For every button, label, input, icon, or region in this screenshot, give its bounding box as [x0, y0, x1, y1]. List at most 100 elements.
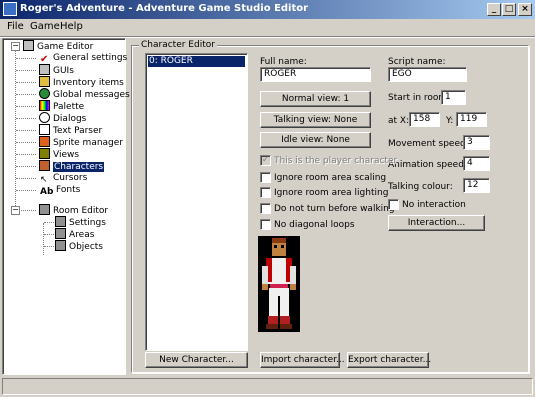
editor-window: Roger's Adventure - Adventure Game Studi… — [0, 0, 535, 397]
character-list-item[interactable]: 0: ROGER — [148, 56, 245, 67]
tree-label: Sprite manager — [53, 138, 124, 148]
menu-bar: File Game Help — [0, 19, 535, 36]
tree-label: Inventory items — [53, 78, 124, 88]
tree-item-guis[interactable]: GUIs — [39, 64, 74, 76]
character-list[interactable]: 0: ROGER — [145, 53, 248, 351]
views-icon — [39, 148, 50, 159]
tree-item-global-messages[interactable]: Global messages — [39, 88, 130, 100]
tree-item-text-parser[interactable]: Text Parser — [39, 124, 102, 136]
tree-line — [16, 130, 36, 131]
tree-line — [44, 246, 54, 247]
tree-label: Text Parser — [53, 126, 103, 136]
maximize-button[interactable]: □ — [502, 3, 516, 16]
script-name-field[interactable]: EGO — [388, 67, 467, 82]
tree-line — [44, 222, 54, 223]
palette-icon — [39, 100, 50, 111]
animation-speed-label: Animation speed: — [388, 160, 467, 170]
start-room-field[interactable]: 1 — [441, 90, 466, 105]
script-name-label: Script name: — [388, 57, 446, 67]
idle-view-button[interactable]: Idle view: None — [260, 132, 371, 148]
game-editor-icon — [23, 40, 34, 51]
import-character-button[interactable]: Import character... — [260, 352, 345, 368]
tree-line — [16, 58, 36, 59]
tree-collapse-room-editor[interactable]: − — [11, 206, 20, 215]
full-name-field[interactable]: ROGER — [260, 67, 371, 82]
menu-help[interactable]: Help — [60, 21, 83, 32]
sprite-icon — [39, 136, 50, 147]
tree-line — [43, 223, 44, 255]
menu-file[interactable]: File — [7, 21, 24, 32]
roger-sprite-icon — [258, 236, 300, 332]
tree-item-game-editor[interactable]: Game Editor — [23, 40, 93, 52]
ignore-lighting-checkbox[interactable] — [260, 187, 271, 198]
room-areas-icon — [55, 228, 66, 239]
start-room-label: Start in room — [388, 93, 448, 103]
tree-item-inventory-items[interactable]: Inventory items — [39, 76, 124, 88]
cursor-icon: ↖ — [39, 173, 50, 185]
tree-item-fonts[interactable]: Ab Fonts — [39, 184, 81, 198]
talking-view-button[interactable]: Talking view: None — [260, 112, 371, 128]
tree-line — [44, 234, 54, 235]
tree-label: Fonts — [56, 185, 81, 195]
menu-game[interactable]: Game — [30, 21, 60, 32]
fonts-icon: Ab — [39, 187, 54, 198]
tree-collapse-game-editor[interactable]: − — [11, 42, 20, 51]
tree-item-cursors[interactable]: ↖ Cursors — [39, 172, 88, 185]
export-character-button[interactable]: Export character... — [347, 352, 431, 368]
tree-label: Palette — [53, 102, 85, 112]
tree-item-palette[interactable]: Palette — [39, 100, 84, 112]
no-turn-checkbox[interactable] — [260, 203, 271, 214]
room-objects-icon — [55, 240, 66, 251]
tree-label: Settings — [69, 218, 106, 228]
player-character-label: This is the player character — [274, 156, 398, 166]
no-interaction-checkbox[interactable] — [388, 199, 399, 210]
tree-item-general-settings[interactable]: ✔ General settings — [39, 52, 127, 65]
tree-item-room-settings[interactable]: Settings — [55, 216, 106, 228]
room-settings-icon — [55, 216, 66, 227]
tree-line — [16, 106, 36, 107]
tree-line — [16, 142, 36, 143]
movement-speed-label: Movement speed: — [388, 139, 469, 149]
at-x-field[interactable]: 158 — [409, 112, 440, 127]
talking-colour-field[interactable]: 12 — [463, 178, 490, 193]
tree-item-room-objects[interactable]: Objects — [55, 240, 103, 252]
tree-label: GUIs — [53, 66, 74, 76]
tree-item-room-editor[interactable]: Room Editor — [39, 204, 108, 216]
tree-line — [16, 190, 36, 191]
tree-item-views[interactable]: Views — [39, 148, 79, 160]
title-bar[interactable]: Roger's Adventure - Adventure Game Studi… — [0, 0, 535, 19]
normal-view-button[interactable]: Normal view: 1 — [260, 91, 371, 107]
no-interaction-label: No interaction — [402, 200, 466, 210]
globe-icon — [39, 88, 50, 99]
ignore-scaling-checkbox[interactable] — [260, 172, 271, 183]
project-tree[interactable]: − Game Editor ✔ General settings GUIs Inv… — [2, 38, 130, 375]
no-diagonal-label: No diagonal loops — [274, 220, 355, 230]
text-parser-icon — [39, 124, 50, 135]
tree-label: Game Editor — [37, 42, 94, 52]
tree-label: Cursors — [53, 173, 88, 183]
at-y-field[interactable]: 119 — [456, 112, 487, 127]
player-character-checkbox[interactable]: ✓ — [260, 155, 271, 166]
key-icon — [39, 76, 50, 87]
movement-speed-field[interactable]: 3 — [463, 135, 490, 150]
new-character-button[interactable]: New Character... — [145, 352, 248, 368]
tree-item-room-areas[interactable]: Areas — [55, 228, 94, 240]
characters-icon — [39, 160, 50, 171]
tree-item-characters[interactable]: Characters — [39, 160, 105, 172]
no-diagonal-checkbox[interactable] — [260, 219, 271, 230]
tree-label: Areas — [69, 230, 95, 240]
dialog-icon — [39, 112, 50, 123]
status-bar — [2, 378, 533, 395]
tree-item-dialogs[interactable]: Dialogs — [39, 112, 86, 124]
at-y-label: Y: — [446, 116, 454, 126]
close-button[interactable]: × — [518, 3, 532, 16]
interaction-button[interactable]: Interaction... — [388, 215, 485, 231]
talking-colour-label: Talking colour: — [388, 182, 453, 192]
tree-item-sprite-manager[interactable]: Sprite manager — [39, 136, 123, 148]
animation-speed-field[interactable]: 4 — [463, 156, 490, 171]
room-editor-icon — [39, 204, 50, 215]
minimize-button[interactable]: _ — [487, 3, 501, 16]
tree-line — [16, 94, 36, 95]
tree-line — [16, 118, 36, 119]
tree-label: Views — [53, 150, 80, 160]
